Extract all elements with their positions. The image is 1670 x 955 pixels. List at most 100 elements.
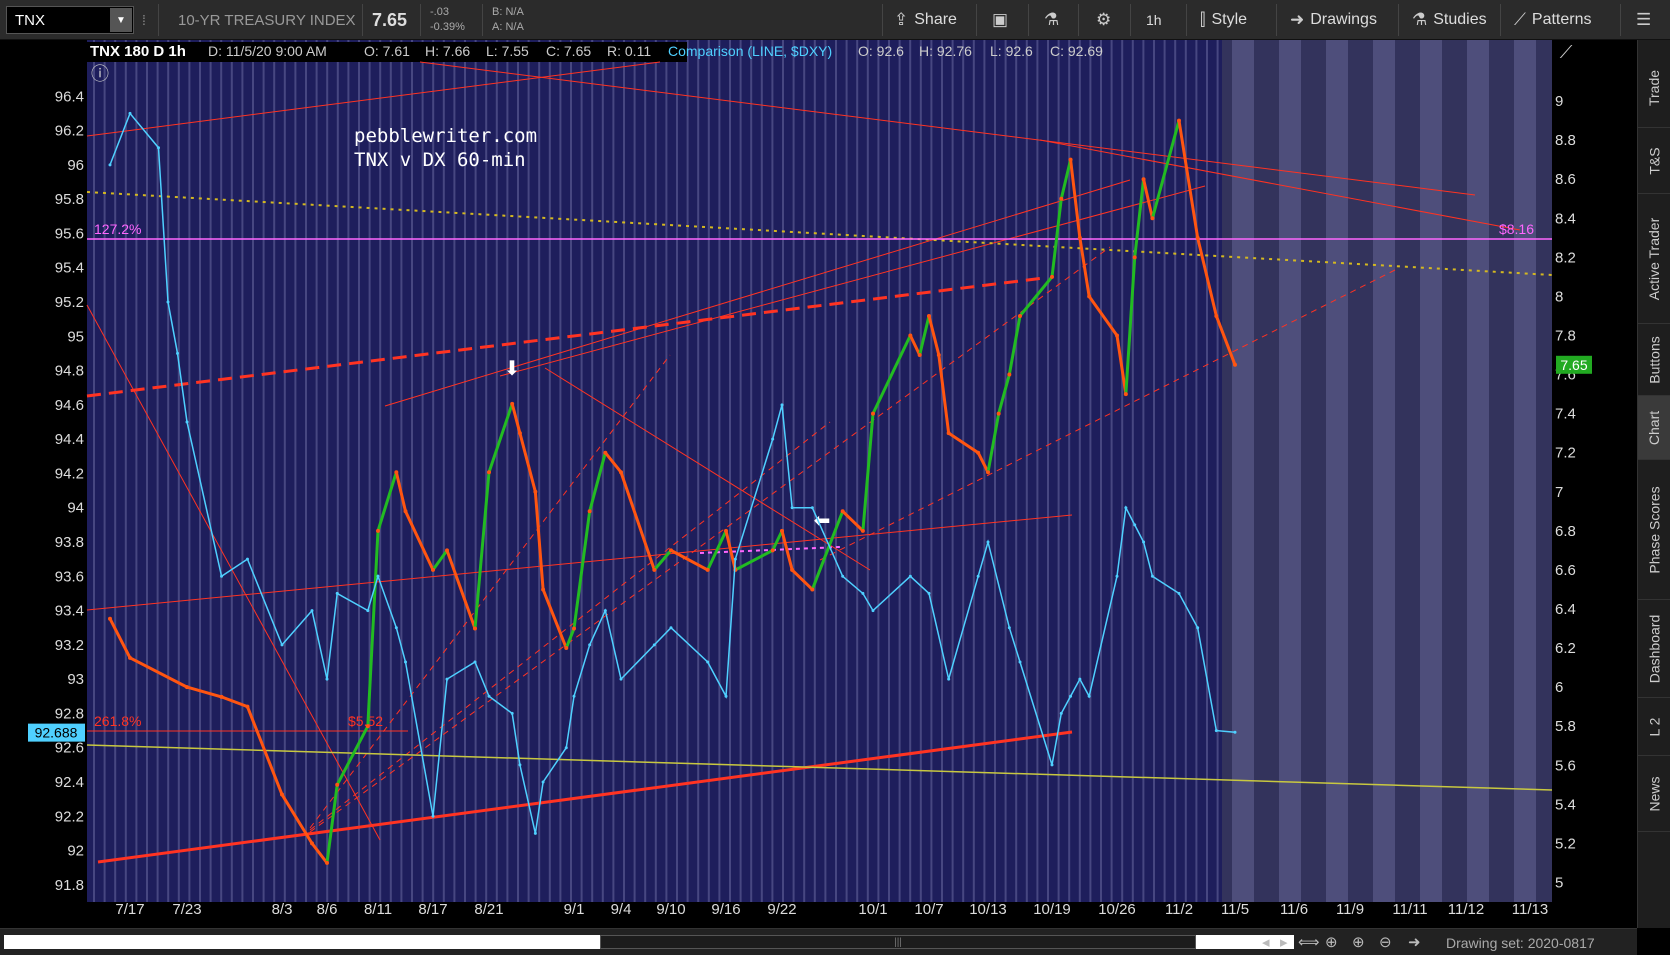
tnx-point: [572, 626, 576, 631]
left-axis-tick: 92: [67, 843, 84, 860]
session-stripe: [209, 40, 212, 902]
pan-icon[interactable]: ⟺: [1298, 933, 1320, 951]
session-stripe: [315, 40, 318, 902]
price-chart[interactable]: 96.496.29695.895.695.495.29594.894.694.4…: [0, 40, 1637, 928]
x-axis-tick: 8/6: [317, 901, 338, 918]
x-axis-tick: 11/9: [1336, 901, 1364, 918]
tnx-point: [927, 313, 931, 318]
sidebar-tab-dashboard[interactable]: Dashboard: [1638, 600, 1670, 698]
timeframe-button[interactable]: 1h: [1138, 0, 1170, 40]
session-stripe: [1514, 40, 1536, 902]
right-axis-tick: 6: [1555, 679, 1563, 696]
toolbar-divider: [420, 4, 421, 36]
session-stripe: [93, 40, 95, 902]
zoom-in-icon[interactable]: ⊕: [1352, 933, 1365, 951]
fib-upper-price: $8.16: [1499, 221, 1534, 237]
session-stripe: [623, 40, 625, 902]
style-button[interactable]: ⫿ Style: [1192, 0, 1255, 40]
sidebar-tab-l-2[interactable]: L 2: [1638, 698, 1670, 756]
session-stripe: [124, 40, 127, 902]
dxy-point: [108, 163, 112, 167]
tnx-point: [1077, 235, 1082, 240]
fib-upper-label: 127.2%: [94, 221, 141, 237]
zoom-out-icon[interactable]: ⊖: [1379, 933, 1392, 951]
sidebar-tab-active-trader[interactable]: Active Trader: [1638, 194, 1670, 324]
session-stripe: [1089, 40, 1092, 902]
tnx-point: [724, 528, 728, 533]
session-stripe: [1373, 40, 1395, 902]
drawings-button[interactable]: ➜ Drawings: [1282, 0, 1385, 40]
symbol-dropdown-icon[interactable]: ▼: [110, 8, 132, 32]
right-axis-tick: 6.2: [1555, 640, 1576, 657]
flask-button[interactable]: ⚗: [1036, 0, 1067, 40]
dxy-point: [310, 609, 314, 613]
dxy-point: [927, 591, 931, 595]
dxy-point: [157, 146, 160, 150]
tnx-point: [790, 567, 795, 572]
dxy-point: [572, 694, 576, 698]
change-block: -.03 -0.39%: [430, 0, 465, 40]
scrollbar-thumb[interactable]: |||: [600, 935, 1196, 949]
right-axis-tick: 6.6: [1555, 562, 1576, 579]
left-axis-tick: 94.2: [55, 465, 84, 482]
scroll-right-icon[interactable]: ▸: [1280, 933, 1288, 951]
patterns-button[interactable]: ⟋ Patterns: [1506, 0, 1600, 40]
tnx-point: [871, 411, 875, 416]
info-icon: ⓘ: [91, 64, 109, 84]
session-stripe: [835, 40, 837, 902]
dxy-point: [947, 677, 951, 681]
tnx-point: [976, 450, 981, 455]
dxy-point: [335, 591, 339, 595]
settings-button[interactable]: ⚙: [1088, 0, 1119, 40]
left-axis-tick: 91.8: [55, 877, 84, 894]
sidebar-tab-label: L 2: [1646, 717, 1663, 736]
chart-area[interactable]: 96.4 96.2 96 95.8 95.6 95.4 95.2 95 94.8 94.6 94.4…: [0, 40, 1637, 928]
header-cmp-high: H: 92.76: [919, 43, 972, 59]
dxy-point: [166, 300, 170, 304]
tnx-point: [1123, 392, 1128, 397]
go-forward-icon[interactable]: ➜: [1408, 933, 1421, 951]
x-axis-tick: 7/23: [172, 901, 201, 918]
right-axis-tick: 5.6: [1555, 757, 1576, 774]
link-icon[interactable]: ⁞: [142, 0, 146, 40]
snapshot-button[interactable]: ▣: [984, 0, 1016, 40]
share-button[interactable]: ⇪ Share: [886, 0, 965, 40]
sidebar-tab-t-s[interactable]: T&S: [1638, 128, 1670, 194]
dxy-point: [473, 660, 477, 664]
toolbar-divider: [882, 4, 883, 36]
session-stripe: [686, 40, 689, 902]
sidebar-tab-trade[interactable]: Trade: [1638, 48, 1670, 128]
tnx-point: [1059, 196, 1064, 201]
sidebar-tab-chart[interactable]: Chart: [1638, 396, 1670, 460]
drawing-set-label: Drawing set: 2020-0817: [1446, 935, 1595, 951]
session-stripe: [601, 40, 604, 902]
x-axis-tick: 11/5: [1221, 901, 1249, 918]
studies-button[interactable]: ⚗ Studies: [1404, 0, 1495, 40]
session-stripe: [665, 40, 668, 902]
scroll-left-icon[interactable]: ◂: [1262, 933, 1270, 951]
session-stripe: [283, 40, 286, 902]
session-stripe: [1467, 40, 1489, 902]
menu-button[interactable]: ☰: [1628, 0, 1659, 40]
left-axis-tick: 93.6: [55, 568, 84, 585]
tnx-point: [603, 450, 608, 455]
crosshair-icon[interactable]: ⊕: [1325, 933, 1338, 951]
last-price: 7.65: [372, 9, 408, 30]
tnx-point: [219, 694, 224, 699]
sidebar-tab-phase-scores[interactable]: Phase Scores: [1638, 460, 1670, 600]
sidebar-tab-news[interactable]: News: [1638, 756, 1670, 832]
dxy-point: [394, 626, 398, 630]
sidebar-tab-label: Active Trader: [1646, 217, 1663, 300]
dxy-point: [986, 540, 990, 544]
session-stripe: [1216, 40, 1219, 902]
chart-style-icon: ⟋: [1560, 42, 1573, 62]
left-axis-tick: 95.6: [55, 225, 84, 242]
right-axis-tick: 7.4: [1555, 406, 1576, 423]
sidebar-tab-buttons[interactable]: Buttons: [1638, 324, 1670, 396]
session-stripe: [707, 40, 710, 902]
session-stripe: [845, 40, 848, 902]
header-title: TNX 180 D 1h: [90, 43, 186, 60]
session-stripe: [1121, 40, 1124, 902]
dxy-point: [1133, 523, 1137, 527]
session-stripe: [1025, 40, 1028, 902]
